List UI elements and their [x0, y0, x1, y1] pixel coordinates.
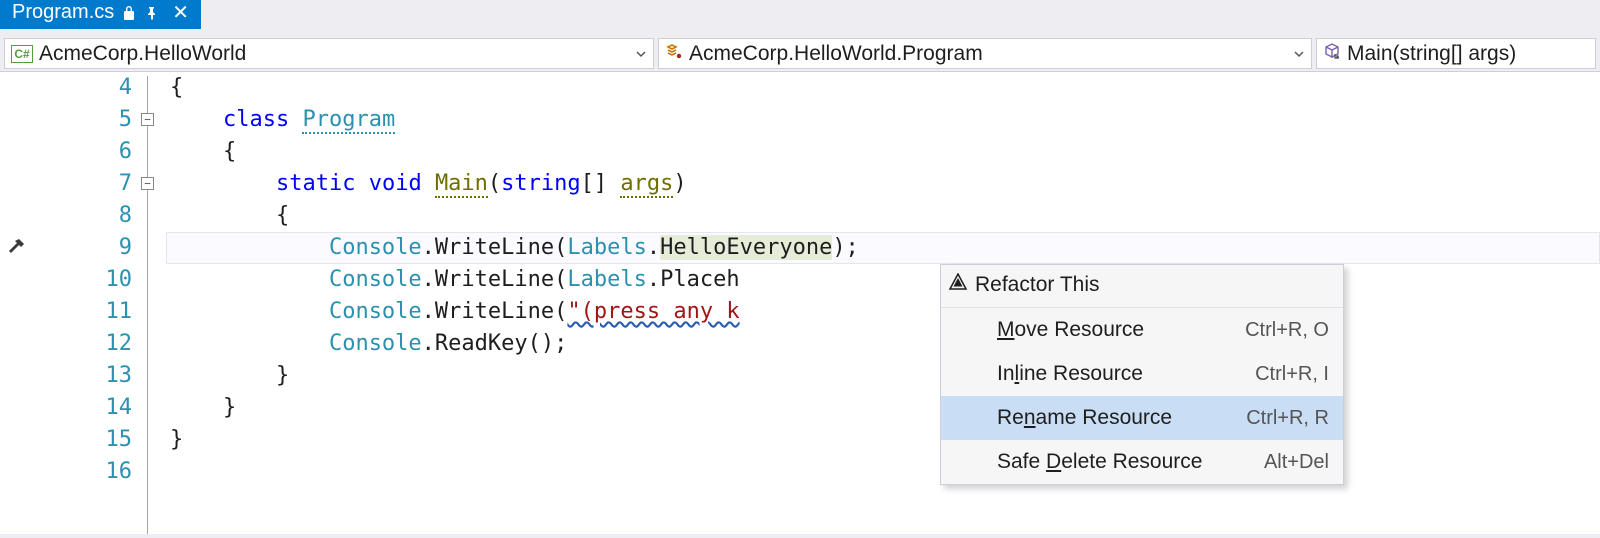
- code-line: }: [166, 360, 1600, 392]
- line-number: 11: [36, 296, 132, 328]
- code-line: [166, 456, 1600, 488]
- refactor-menu-shortcut: Ctrl+R, O: [1245, 314, 1329, 346]
- line-number: 8: [36, 200, 132, 232]
- member-label: Main(string[] args): [1347, 42, 1516, 66]
- code-line: }: [166, 392, 1600, 424]
- pin-icon[interactable]: [144, 5, 160, 21]
- file-tab[interactable]: Program.cs ✕: [0, 0, 201, 25]
- namespace-dropdown[interactable]: C# AcmeCorp.HelloWorld: [4, 38, 654, 69]
- file-tab-label: Program.cs: [12, 1, 114, 24]
- refactor-menu-item[interactable]: Move Resource Ctrl+R, O: [941, 308, 1343, 352]
- fold-toggle[interactable]: −: [141, 113, 154, 126]
- code-line: {: [166, 136, 1600, 168]
- class-label: AcmeCorp.HelloWorld.Program: [689, 42, 983, 66]
- member-dropdown[interactable]: Main(string[] args): [1316, 38, 1596, 69]
- tab-active-underline: [0, 25, 201, 29]
- close-icon[interactable]: ✕: [168, 0, 193, 25]
- refactor-menu-label: Safe Delete Resource: [997, 446, 1252, 478]
- line-number: 4: [36, 72, 132, 104]
- line-number: 14: [36, 392, 132, 424]
- refactor-menu-shortcut: Ctrl+R, R: [1246, 402, 1329, 434]
- line-number: 7: [36, 168, 132, 200]
- refactor-popup-title: Refactor This: [941, 265, 1343, 308]
- class-icon: [665, 42, 683, 66]
- code-line-current: Console.WriteLine(Labels.HelloEveryone);: [166, 232, 1600, 264]
- line-number-gutter: 4 5 6 7 8 9 10 11 12 13 14 15 16: [36, 72, 140, 534]
- code-line: class Program: [166, 104, 1600, 136]
- code-editor[interactable]: 4 5 6 7 8 9 10 11 12 13 14 15 16 − − { c…: [0, 72, 1600, 534]
- refactor-menu-item[interactable]: Rename Resource Ctrl+R, R: [941, 396, 1343, 440]
- fold-column: − −: [140, 72, 166, 534]
- line-number: 16: [36, 456, 132, 488]
- code-nav-bar: C# AcmeCorp.HelloWorld AcmeCorp.HelloWor…: [0, 36, 1600, 72]
- namespace-label: AcmeCorp.HelloWorld: [39, 42, 246, 66]
- chevron-down-icon: [635, 42, 647, 66]
- line-number: 12: [36, 328, 132, 360]
- csharp-icon: C#: [11, 45, 33, 63]
- refactor-icon: [949, 269, 967, 301]
- code-line: {: [166, 72, 1600, 104]
- method-icon: [1323, 42, 1341, 66]
- line-number: 15: [36, 424, 132, 456]
- code-line: Console.WriteLine("(press any k: [166, 296, 1600, 328]
- class-dropdown[interactable]: AcmeCorp.HelloWorld.Program: [658, 38, 1312, 69]
- code-line: static void Main(string[] args): [166, 168, 1600, 200]
- code-line: }: [166, 424, 1600, 456]
- refactor-menu-label: Inline Resource: [997, 358, 1243, 390]
- glyph-margin: [0, 72, 36, 534]
- code-line: {: [166, 200, 1600, 232]
- refactor-menu-label: Rename Resource: [997, 402, 1234, 434]
- code-line: Console.ReadKey();: [166, 328, 1600, 360]
- refactor-menu-shortcut: Alt+Del: [1264, 446, 1329, 478]
- code-area[interactable]: { class Program { static void Main(strin…: [166, 72, 1600, 534]
- action-hammer-icon[interactable]: [6, 236, 28, 258]
- refactor-menu-label: Move Resource: [997, 314, 1233, 346]
- refactor-popup-title-text: Refactor This: [975, 269, 1100, 301]
- fold-toggle[interactable]: −: [141, 177, 154, 190]
- lock-icon: [122, 5, 136, 21]
- line-number: 6: [36, 136, 132, 168]
- line-number: 10: [36, 264, 132, 296]
- line-number: 5: [36, 104, 132, 136]
- refactor-menu-item[interactable]: Safe Delete Resource Alt+Del: [941, 440, 1343, 484]
- code-line: Console.WriteLine(Labels.Placeh: [166, 264, 1600, 296]
- refactor-menu-shortcut: Ctrl+R, I: [1255, 358, 1329, 390]
- line-number: 13: [36, 360, 132, 392]
- refactor-menu-item[interactable]: Inline Resource Ctrl+R, I: [941, 352, 1343, 396]
- line-number: 9: [36, 232, 132, 264]
- refactor-popup: Refactor This Move ResourceCtrl+R, OInli…: [940, 264, 1344, 485]
- tab-strip: Program.cs ✕: [0, 0, 1600, 36]
- chevron-down-icon: [1293, 42, 1305, 66]
